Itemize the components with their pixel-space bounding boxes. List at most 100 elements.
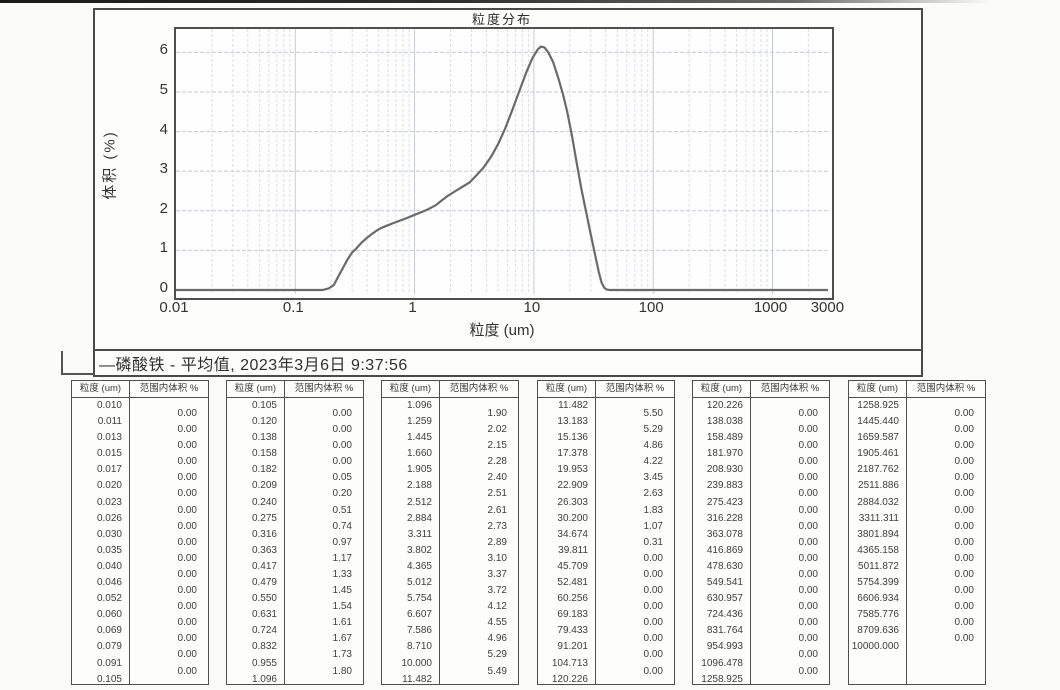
value-cell: 1.90 bbox=[440, 406, 518, 422]
value-cell: 2.63 bbox=[596, 486, 674, 502]
column-header-volume: 范围内体积 % bbox=[907, 381, 985, 397]
size-cell: 138.038 bbox=[693, 414, 750, 430]
x-tick-label: 10 bbox=[524, 299, 541, 317]
size-cell: 69.183 bbox=[538, 607, 595, 623]
value-cell: 0.00 bbox=[751, 599, 829, 615]
size-cell: 2511.886 bbox=[849, 478, 906, 494]
size-cell: 0.363 bbox=[227, 543, 284, 559]
size-cell: 3.311 bbox=[382, 527, 439, 543]
size-cell: 5.012 bbox=[382, 575, 439, 591]
size-cell: 0.479 bbox=[227, 575, 284, 591]
x-axis-label: 粒度 (um) bbox=[174, 319, 830, 340]
size-cell: 6606.934 bbox=[849, 591, 906, 607]
value-cell: 0.00 bbox=[751, 631, 829, 647]
y-tick-label: 2 bbox=[138, 200, 168, 218]
particle-size-table-5: 粒度 (um)范围内体积 %120.226138.038158.489181.9… bbox=[692, 380, 830, 685]
value-cell: 3.37 bbox=[440, 567, 518, 583]
size-cell: 4365.158 bbox=[849, 543, 906, 559]
size-cell: 10.000 bbox=[382, 656, 439, 672]
column-header-volume: 范围内体积 % bbox=[596, 381, 674, 397]
size-cell: 0.724 bbox=[227, 623, 284, 639]
value-cell: 0.00 bbox=[130, 503, 208, 519]
size-cell: 1096.478 bbox=[693, 656, 750, 672]
size-cell: 4.365 bbox=[382, 559, 439, 575]
value-cell: 4.22 bbox=[596, 454, 674, 470]
particle-size-table-4: 粒度 (um)范围内体积 %11.48213.18315.13617.37819… bbox=[537, 380, 675, 685]
volume-column: 0.000.000.000.000.000.000.000.000.000.00… bbox=[751, 398, 829, 685]
size-cell: 239.883 bbox=[693, 478, 750, 494]
value-cell: 0.00 bbox=[907, 519, 985, 535]
size-cell: 120.226 bbox=[693, 398, 750, 414]
value-cell: 0.00 bbox=[596, 631, 674, 647]
particle-size-table-3: 粒度 (um)范围内体积 %1.0961.2591.4451.6601.9052… bbox=[381, 380, 519, 685]
value-cell: 0.00 bbox=[130, 438, 208, 454]
value-cell: 5.29 bbox=[440, 647, 518, 663]
size-cell: 2.188 bbox=[382, 478, 439, 494]
value-cell: 0.00 bbox=[907, 422, 985, 438]
value-cell: 1.33 bbox=[285, 567, 363, 583]
y-tick-label: 3 bbox=[138, 160, 168, 178]
distribution-curve-chart bbox=[176, 29, 828, 294]
value-cell: 0.00 bbox=[130, 406, 208, 422]
size-cell: 0.316 bbox=[227, 527, 284, 543]
size-cell: 0.011 bbox=[72, 414, 129, 430]
size-cell: 5.754 bbox=[382, 591, 439, 607]
value-cell: 0.00 bbox=[907, 470, 985, 486]
value-cell: 1.80 bbox=[285, 664, 363, 680]
size-cell: 0.240 bbox=[227, 495, 284, 511]
size-cell: 2187.762 bbox=[849, 462, 906, 478]
size-cell: 0.035 bbox=[72, 543, 129, 559]
size-cell: 2.512 bbox=[382, 495, 439, 511]
value-cell: 0.20 bbox=[285, 486, 363, 502]
value-cell: 2.15 bbox=[440, 438, 518, 454]
size-cell: 1445.440 bbox=[849, 414, 906, 430]
value-cell: 0.00 bbox=[907, 454, 985, 470]
size-cell: 0.105 bbox=[72, 672, 129, 688]
value-cell: 0.00 bbox=[751, 647, 829, 663]
scan-artifact-line bbox=[0, 0, 990, 3]
value-cell: 0.00 bbox=[596, 615, 674, 631]
size-cell: 91.201 bbox=[538, 639, 595, 655]
scan-artifact-line bbox=[61, 351, 63, 375]
value-cell: 0.05 bbox=[285, 470, 363, 486]
value-cell: 0.00 bbox=[130, 567, 208, 583]
column-header-volume: 范围内体积 % bbox=[285, 381, 363, 397]
value-cell: 0.00 bbox=[751, 567, 829, 583]
column-header-volume: 范围内体积 % bbox=[751, 381, 829, 397]
size-cell: 0.120 bbox=[227, 414, 284, 430]
chart-title: 粒度分布 bbox=[174, 9, 830, 28]
value-cell: 0.00 bbox=[751, 615, 829, 631]
size-cell: 275.423 bbox=[693, 495, 750, 511]
value-cell: 3.72 bbox=[440, 583, 518, 599]
value-cell: 5.50 bbox=[596, 406, 674, 422]
size-cell: 6.607 bbox=[382, 607, 439, 623]
size-cell: 52.481 bbox=[538, 575, 595, 591]
size-cell: 181.970 bbox=[693, 446, 750, 462]
size-cell: 0.060 bbox=[72, 607, 129, 623]
value-cell: 0.00 bbox=[130, 615, 208, 631]
size-cell: 26.303 bbox=[538, 495, 595, 511]
size-cell: 17.378 bbox=[538, 446, 595, 462]
value-cell: 1.54 bbox=[285, 599, 363, 615]
size-cell: 13.183 bbox=[538, 414, 595, 430]
value-cell: 1.45 bbox=[285, 583, 363, 599]
size-cell: 0.013 bbox=[72, 430, 129, 446]
particle-size-table-6: 粒度 (um)范围内体积 %1258.9251445.4401659.58719… bbox=[848, 380, 986, 685]
value-cell: 0.00 bbox=[751, 406, 829, 422]
size-cell: 0.052 bbox=[72, 591, 129, 607]
value-cell: 0.00 bbox=[285, 438, 363, 454]
size-cell: 11.482 bbox=[538, 398, 595, 414]
column-header-size: 粒度 (um) bbox=[538, 381, 596, 397]
size-cell: 0.182 bbox=[227, 462, 284, 478]
x-tick-label: 0.01 bbox=[159, 299, 188, 317]
size-cell: 1.660 bbox=[382, 446, 439, 462]
value-cell: 2.61 bbox=[440, 503, 518, 519]
y-tick-label: 4 bbox=[138, 121, 168, 139]
x-tick-label: 0.1 bbox=[283, 299, 304, 317]
size-cell: 79.433 bbox=[538, 623, 595, 639]
size-cell: 0.026 bbox=[72, 511, 129, 527]
size-cell: 0.017 bbox=[72, 462, 129, 478]
size-cell: 0.105 bbox=[227, 398, 284, 414]
particle-size-table-1: 粒度 (um)范围内体积 %0.0100.0110.0130.0150.0170… bbox=[71, 380, 209, 685]
size-column: 120.226138.038158.489181.970208.930239.8… bbox=[693, 398, 751, 685]
